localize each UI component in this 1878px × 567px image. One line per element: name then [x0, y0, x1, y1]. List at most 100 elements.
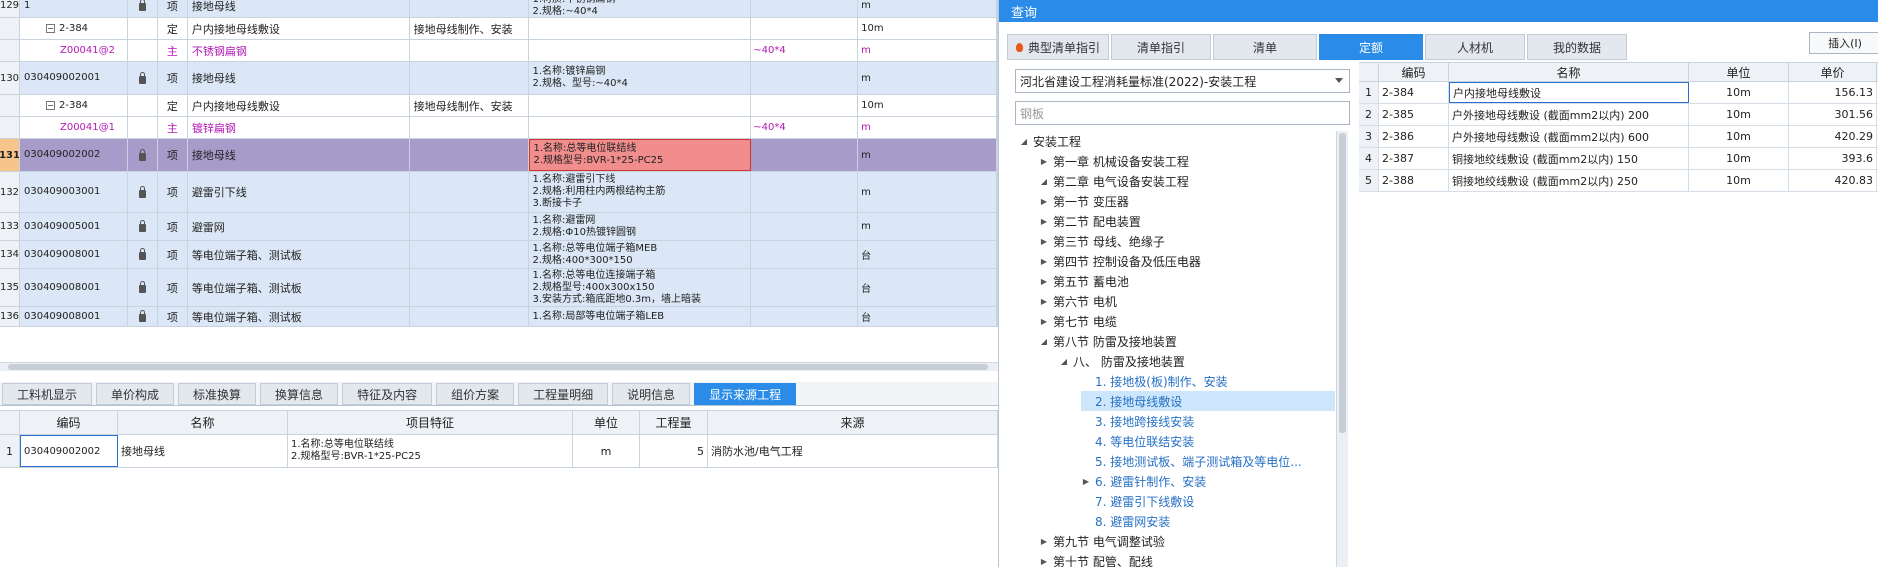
- result-code[interactable]: 2-386: [1379, 126, 1449, 147]
- bottom-table-row[interactable]: 1 030409002002 接地母线 1.名称:总等电位联结线 2.规格型号:…: [0, 435, 998, 468]
- cell-feature[interactable]: [529, 18, 752, 39]
- cell-name[interactable]: 镀锌扁钢: [188, 117, 410, 138]
- result-unit[interactable]: 10m: [1689, 148, 1789, 169]
- tree-node[interactable]: 2. 接地母线敷设: [1081, 391, 1335, 411]
- insert-button[interactable]: 插入(I): [1809, 32, 1878, 54]
- cell-content[interactable]: [410, 40, 530, 61]
- result-price[interactable]: 420.83: [1789, 170, 1877, 191]
- cell-name[interactable]: 等电位端子箱、测试板: [188, 307, 410, 326]
- cell-feature[interactable]: 1.名称:镀锌扁钢 2.规格、型号:~40*4: [529, 62, 752, 94]
- result-unit[interactable]: 10m: [1689, 104, 1789, 125]
- tab-7[interactable]: 工程量明细: [518, 383, 609, 405]
- cell-feature[interactable]: 1.名称:局部等电位端子箱LEB: [529, 307, 752, 326]
- cell-content[interactable]: 接地母线制作、安装: [410, 18, 530, 39]
- collapsed-arrow-icon[interactable]: ▶: [1039, 297, 1049, 306]
- cell-content[interactable]: 接地母线制作、安装: [410, 95, 530, 116]
- tree-node[interactable]: ▶ 第三节 母线、绝缘子: [1039, 231, 1165, 251]
- cell-feature[interactable]: 1.名称:避雷网 2.规格:Φ10热镀锌圆钢: [529, 213, 752, 240]
- result-code[interactable]: 2-385: [1379, 104, 1449, 125]
- tree-node[interactable]: ▶ 第二节 配电装置: [1039, 211, 1141, 231]
- cell-spec[interactable]: [751, 307, 859, 326]
- cell-unit[interactable]: m: [858, 213, 997, 240]
- result-price[interactable]: 393.6: [1789, 148, 1877, 169]
- collapsed-arrow-icon[interactable]: ▶: [1039, 317, 1049, 326]
- result-row[interactable]: 2 2-385 户外接地母线敷设 (截面mm2以内) 200 10m 301.56: [1359, 104, 1878, 126]
- cell-name[interactable]: 不锈钢扁钢: [188, 40, 410, 61]
- cell-feature[interactable]: [529, 40, 752, 61]
- tab-2[interactable]: 单价构成: [96, 383, 175, 405]
- collapsed-arrow-icon[interactable]: ▶: [1039, 157, 1049, 166]
- cell-feature[interactable]: 1.名称:总等电位连接端子箱 2.规格型号:400x300x150 3.安装方式…: [529, 269, 752, 306]
- cell-feature[interactable]: [529, 95, 752, 116]
- cell-feature[interactable]: 1.名称:避雷引下线 2.规格:利用柱内两根结构主筋 3.断接卡子: [529, 172, 752, 212]
- tree-node[interactable]: ▶ 第四节 控制设备及低压电器: [1039, 251, 1201, 271]
- cell-spec[interactable]: [751, 172, 859, 212]
- cell-unit[interactable]: m: [858, 172, 997, 212]
- tab-1[interactable]: 工料机显示: [2, 383, 93, 405]
- result-row[interactable]: 1 2-384 户内接地母线敷设 10m 156.13: [1359, 82, 1878, 104]
- tree-node[interactable]: ◢ 第八节 防雷及接地装置: [1039, 331, 1177, 351]
- cell-code[interactable]: 030409005001: [20, 213, 128, 240]
- cell-code[interactable]: 030409008001: [20, 269, 128, 306]
- collapse-icon[interactable]: −: [45, 24, 55, 33]
- cell-name[interactable]: 等电位端子箱、测试板: [188, 269, 410, 306]
- cell-content[interactable]: [410, 269, 530, 306]
- cell-name[interactable]: 避雷网: [188, 213, 410, 240]
- cell-name[interactable]: 接地母线: [188, 0, 410, 17]
- cell-code[interactable]: 030409003001: [20, 172, 128, 212]
- cell-content[interactable]: [410, 213, 530, 240]
- tree-node[interactable]: 3. 接地跨接线安装: [1081, 411, 1194, 431]
- result-unit[interactable]: 10m: [1689, 82, 1789, 103]
- cell-source[interactable]: 消防水池/电气工程: [708, 435, 998, 467]
- table-row[interactable]: 133 030409005001 项避雷网 1.名称:避雷网 2.规格:Φ10热镀锌圆…: [0, 213, 998, 241]
- standard-select[interactable]: 河北省建设工程消耗量标准(2022)-安装工程: [1015, 69, 1350, 93]
- cell-spec[interactable]: [751, 241, 859, 268]
- cell-content[interactable]: [410, 307, 530, 326]
- tab-4[interactable]: 换算信息: [260, 383, 339, 405]
- tree-node[interactable]: 8. 避雷网安装: [1081, 511, 1170, 531]
- table-row[interactable]: 136 030409008001 项等电位端子箱、测试板 1.名称:局部等电位端子箱L…: [0, 307, 998, 327]
- cell-name[interactable]: 接地母线: [188, 62, 410, 94]
- collapse-icon[interactable]: −: [45, 101, 55, 110]
- tree-node[interactable]: ▶ 第九节 电气调整试验: [1039, 531, 1165, 551]
- cell-code[interactable]: 030409002001: [20, 62, 128, 94]
- result-name[interactable]: 铜接地绞线敷设 (截面mm2以内) 150: [1449, 148, 1689, 169]
- cell-feature[interactable]: 1.名称:总等电位联结线 2.规格型号:BVR-1*25-PC25: [529, 139, 752, 171]
- cell-name[interactable]: 避雷引下线: [188, 172, 410, 212]
- horizontal-scrollbar[interactable]: [0, 362, 998, 371]
- cell-spec[interactable]: [751, 269, 859, 306]
- tree-node[interactable]: ▶ 第十节 配管、配线: [1039, 551, 1153, 567]
- result-name[interactable]: 户外接地母线敷设 (截面mm2以内) 600: [1449, 126, 1689, 147]
- result-price[interactable]: 420.29: [1789, 126, 1877, 147]
- cell-code[interactable]: Z00041@2: [20, 40, 128, 61]
- cell-code[interactable]: 030409008001: [20, 307, 128, 326]
- collapsed-arrow-icon[interactable]: ▶: [1039, 237, 1049, 246]
- cell-content[interactable]: [410, 62, 530, 94]
- cell-content[interactable]: [410, 0, 530, 17]
- cell-content[interactable]: [410, 139, 530, 171]
- collapsed-arrow-icon[interactable]: ▶: [1039, 197, 1049, 206]
- cell-spec[interactable]: [751, 213, 859, 240]
- cell-code[interactable]: 030409008001: [20, 241, 128, 268]
- cell-unit[interactable]: m: [858, 117, 997, 138]
- cell-unit[interactable]: 台: [858, 307, 997, 326]
- tree-node[interactable]: 1. 接地极(板)制作、安装: [1081, 371, 1228, 391]
- tab-3[interactable]: 标准换算: [178, 383, 257, 405]
- result-price[interactable]: 156.13: [1789, 82, 1877, 103]
- collapsed-arrow-icon[interactable]: ▶: [1039, 217, 1049, 226]
- tree-node[interactable]: ▶ 第七节 电缆: [1039, 311, 1117, 331]
- table-row[interactable]: 132 030409003001 项避雷引下线 1.名称:避雷引下线 2.规格:利用柱…: [0, 172, 998, 213]
- cell-spec[interactable]: [751, 0, 859, 17]
- cell-name[interactable]: 户内接地母线敷设: [188, 95, 410, 116]
- table-row[interactable]: −2-384 定户内接地母线敷设 接地母线制作、安装 10m: [0, 95, 998, 117]
- expanded-arrow-icon[interactable]: ◢: [1039, 337, 1049, 346]
- query-tab-6[interactable]: 我的数据: [1527, 34, 1627, 60]
- tree-node[interactable]: ◢ 安装工程: [1019, 131, 1081, 151]
- cell-qty[interactable]: 5: [640, 435, 708, 467]
- table-row[interactable]: −2-384 定户内接地母线敷设 接地母线制作、安装 10m: [0, 18, 998, 40]
- cell-spec[interactable]: ~40*4: [751, 117, 859, 138]
- table-row[interactable]: 135 030409008001 项等电位端子箱、测试板 1.名称:总等电位连接端子箱…: [0, 269, 998, 307]
- tree-scroll-thumb[interactable]: [1339, 133, 1346, 433]
- result-price[interactable]: 301.56: [1789, 104, 1877, 125]
- query-tab-1[interactable]: 典型清单指引: [1007, 34, 1109, 60]
